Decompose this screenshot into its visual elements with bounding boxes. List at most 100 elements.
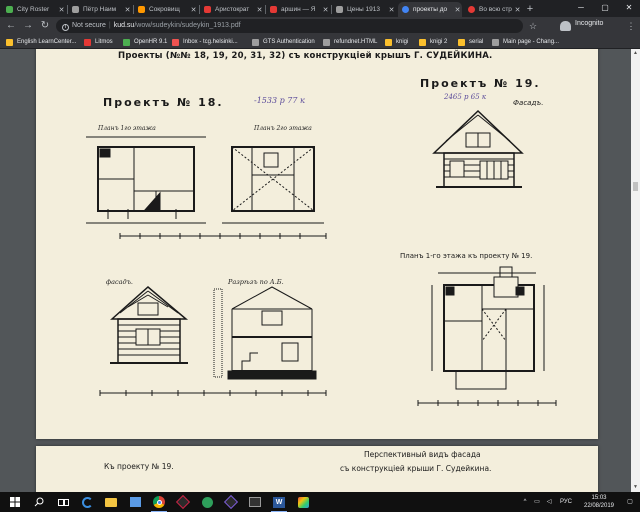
- info-icon[interactable]: i: [62, 24, 69, 31]
- close-tab-icon[interactable]: ✕: [123, 6, 132, 14]
- new-tab-button[interactable]: +: [524, 3, 536, 15]
- close-tab-icon[interactable]: ✕: [321, 6, 330, 14]
- start-button[interactable]: [4, 492, 26, 512]
- tab-favicon: [6, 6, 13, 13]
- bookmark-icon: [84, 38, 91, 46]
- taskbar-edge[interactable]: [76, 492, 98, 512]
- network-icon[interactable]: ▭: [532, 492, 542, 512]
- page2-left-caption: Къ проекту № 19.: [104, 462, 174, 471]
- scroll-up-arrow-icon[interactable]: ▲: [632, 50, 639, 57]
- close-tab-icon[interactable]: ✕: [255, 6, 264, 14]
- taskbar-store[interactable]: [124, 492, 146, 512]
- folder-icon: [385, 38, 392, 46]
- tab-strip: City Roster ✕ Пётр Наим ✕ Сокровищ ✕ Ари…: [0, 0, 640, 17]
- app-icon: [201, 496, 213, 508]
- search-button[interactable]: [28, 492, 50, 512]
- bookmark-openhr[interactable]: OpenHR 9.1: [123, 37, 167, 47]
- folder-icon: [458, 38, 465, 46]
- bookmark-knigi-2[interactable]: knigi 2: [419, 37, 447, 47]
- task-view-icon: [57, 498, 69, 506]
- folder-icon: [105, 497, 117, 507]
- tab-arshin[interactable]: аршин — Я ✕: [266, 2, 330, 17]
- back-button[interactable]: ←: [3, 18, 19, 34]
- language-indicator[interactable]: РУС: [558, 492, 574, 512]
- volume-icon[interactable]: ◁: [544, 492, 554, 512]
- store-icon: [129, 497, 141, 507]
- bookmark-label: Inbox - tcg.helsinki...: [183, 39, 238, 45]
- bookmark-label: OpenHR 9.1: [134, 39, 168, 45]
- close-tab-icon[interactable]: ✕: [453, 6, 462, 14]
- minimize-button[interactable]: ─: [570, 0, 592, 16]
- incognito-label: Incognito: [575, 20, 604, 27]
- bookmark-label: refundnet.HTML: [334, 39, 378, 45]
- tab-proekty-active[interactable]: проекты до ✕: [398, 2, 462, 17]
- terminal-icon: [249, 497, 261, 507]
- close-tab-icon[interactable]: ✕: [387, 6, 396, 14]
- bookmark-label: knigi 2: [430, 39, 448, 45]
- section-ab: [213, 286, 317, 380]
- taskbar-app-paint[interactable]: [292, 492, 314, 512]
- taskbar-app-dev[interactable]: [220, 492, 242, 512]
- pdf-viewer[interactable]: Проекты (№№ 18, 19, 20, 31, 32) съ конст…: [0, 49, 640, 492]
- windows-logo-icon: [10, 497, 20, 507]
- reload-button[interactable]: ↻: [37, 18, 53, 34]
- tab-petr-naim[interactable]: Пётр Наим ✕: [68, 2, 132, 17]
- bookmark-star-icon[interactable]: ☆: [526, 19, 540, 33]
- tab-aristokrat[interactable]: Аристократ ✕: [200, 2, 264, 17]
- vertical-scrollbar[interactable]: ▲ ▼: [631, 49, 640, 492]
- bookmark-label: English LearnCenter...: [17, 39, 77, 45]
- tab-city-roster[interactable]: City Roster ✕: [2, 2, 66, 17]
- taskbar-word[interactable]: W: [268, 492, 290, 512]
- menu-icon[interactable]: ⋮: [625, 19, 637, 33]
- bookmark-litmos[interactable]: Litmos: [84, 37, 113, 47]
- tab-favicon: [468, 6, 475, 13]
- address-bar[interactable]: i Not secure | kud.su/wow/sudeykin/sudeykin…: [56, 19, 523, 33]
- tab-ceny-1913[interactable]: Цены 1913 ✕: [332, 2, 396, 17]
- facade-19: [432, 109, 524, 188]
- tab-favicon: [270, 6, 277, 13]
- maximize-button[interactable]: ▢: [594, 0, 616, 16]
- taskbar-file-explorer[interactable]: [100, 492, 122, 512]
- clock[interactable]: 15:03 22/08/2019: [578, 494, 620, 510]
- bookmark-icon: [252, 38, 259, 46]
- bookmark-inbox[interactable]: Inbox - tcg.helsinki...: [172, 37, 238, 47]
- word-icon: W: [273, 496, 285, 508]
- tray-overflow-icon[interactable]: ^: [520, 492, 530, 512]
- tab-sokrovish[interactable]: Сокровищ ✕: [134, 2, 198, 17]
- tab-favicon: [402, 6, 409, 13]
- tab-title: аршин — Я: [281, 6, 316, 13]
- bookmark-label: knigi: [396, 39, 409, 45]
- bookmark-label: GTS Authentication: [263, 39, 315, 45]
- bookmark-gts-authentication[interactable]: GTS Authentication: [252, 37, 315, 47]
- tab-vo-vsyu[interactable]: Во всю стр ✕: [464, 2, 522, 17]
- bookmark-icon: [123, 38, 130, 46]
- scale-bar-3: [417, 400, 557, 406]
- close-tab-icon[interactable]: ✕: [513, 6, 522, 14]
- tab-title: Во всю стр: [479, 6, 512, 13]
- edge-icon: [81, 496, 93, 508]
- url-host: kud.su: [113, 22, 135, 29]
- close-window-button[interactable]: ✕: [618, 0, 640, 16]
- taskbar-app-git[interactable]: [172, 492, 194, 512]
- taskbar-app-terminal[interactable]: [244, 492, 266, 512]
- scrollbar-thumb[interactable]: [633, 182, 638, 191]
- taskbar-app-green[interactable]: [196, 492, 218, 512]
- close-tab-icon[interactable]: ✕: [57, 6, 66, 14]
- tab-favicon: [336, 6, 343, 13]
- bookmark-refundnet[interactable]: refundnet.HTML: [323, 37, 377, 47]
- bookmark-serial[interactable]: serial: [458, 37, 483, 47]
- bookmark-knigi[interactable]: knigi: [385, 37, 408, 47]
- bookmark-icon: [6, 38, 13, 46]
- taskbar-chrome[interactable]: [148, 492, 170, 512]
- bookmark-icon: [172, 38, 179, 46]
- notifications-icon[interactable]: ▢: [624, 492, 636, 512]
- scroll-down-arrow-icon[interactable]: ▼: [632, 484, 639, 491]
- bookmark-label: Main page - Chang...: [503, 39, 560, 45]
- task-view-button[interactable]: [52, 492, 74, 512]
- forward-button[interactable]: →: [20, 18, 36, 34]
- bookmark-main-page[interactable]: Main page - Chang...: [492, 37, 559, 47]
- bookmark-english-learncenter[interactable]: English LearnCenter...: [6, 37, 76, 47]
- bookmark-label: Litmos: [95, 39, 113, 45]
- close-tab-icon[interactable]: ✕: [189, 6, 198, 14]
- browser-toolbar: ← → ↻ i Not secure | kud.su/wow/sudeykin/su…: [0, 17, 640, 35]
